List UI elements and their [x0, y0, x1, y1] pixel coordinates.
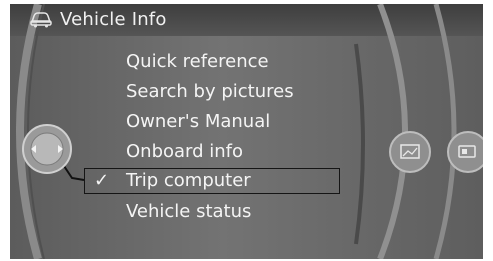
menu-item-onboard-info[interactable]: Onboard info: [126, 138, 243, 166]
car-icon: [30, 12, 52, 28]
menu-item-search-by-pictures[interactable]: Search by pictures: [126, 78, 294, 106]
checkmark-icon: ✓: [94, 170, 110, 191]
controller-dial-icon[interactable]: [20, 122, 74, 176]
menu-item-vehicle-status[interactable]: Vehicle status: [126, 198, 251, 226]
menu-item-quick-reference[interactable]: Quick reference: [126, 48, 269, 76]
header-bar: Vehicle Info: [10, 4, 483, 38]
photo-icon[interactable]: [388, 130, 432, 174]
card-icon[interactable]: [446, 130, 483, 174]
page-title: Vehicle Info: [60, 9, 167, 30]
idrive-screen: Vehicle Info Quick reference Search by p…: [10, 4, 483, 259]
menu-item-owners-manual[interactable]: Owner's Manual: [126, 108, 270, 136]
menu-item-trip-computer[interactable]: Trip computer: [126, 167, 251, 195]
